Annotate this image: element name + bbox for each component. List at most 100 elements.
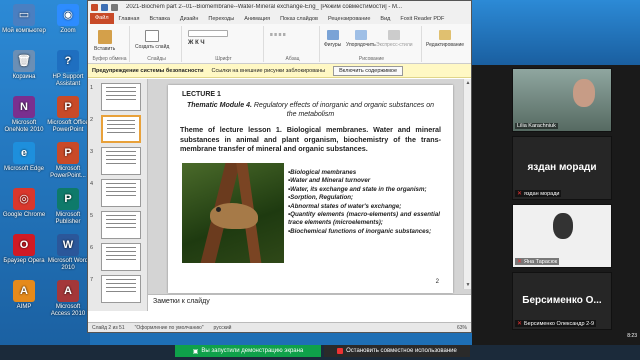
desktop-icon[interactable]: W Microsoft Word 2010 (46, 234, 90, 272)
ribbon-tab[interactable]: Вид (375, 16, 395, 22)
desktop-icon[interactable]: A Microsoft Access 2010 (46, 280, 90, 318)
font-name-field[interactable] (188, 30, 228, 37)
enable-content-button[interactable]: Включить содержимое (333, 65, 404, 76)
current-slide[interactable]: LECTURE 1 Thematic Module 4. Regulatory … (168, 85, 453, 293)
ribbon-tab[interactable]: Показ слайдов (275, 16, 323, 22)
app-icon: O (13, 234, 35, 256)
desktop-icon[interactable]: A AIMP (2, 280, 46, 311)
scroll-down-icon[interactable]: ▼ (464, 281, 472, 289)
work-area: 1 2 3 4 5 6 7 LECTURE 1 Thematic Module 4. Reg… (88, 79, 471, 311)
slide-thumbnail[interactable] (101, 211, 141, 239)
desktop-icon-label: Microsoft Access 2010 (50, 304, 86, 317)
desktop: ▭ Мой компьютер ◉ Zoom 🗑 Корзина ? HP Support A… (0, 0, 90, 360)
desktop-icon[interactable]: ▭ Мой компьютер (2, 4, 46, 35)
participant-video-4[interactable]: Берсименко О... ✕ Берсименко Олександр 2-… (512, 272, 612, 330)
desktop-icon-label: Google Chrome (2, 212, 46, 218)
ribbon-tab[interactable]: Переходы (203, 16, 239, 22)
slide-thumbnails-panel[interactable]: 1 2 3 4 5 6 7 (88, 79, 148, 311)
app-icon: P (57, 142, 79, 164)
language-indicator[interactable]: русский (214, 325, 232, 331)
quick-styles-button[interactable]: Экспресс-стили (376, 30, 413, 48)
thumb-number: 2 (90, 117, 94, 123)
thumb-number: 6 (90, 245, 94, 251)
slide-thumbnail[interactable] (101, 83, 141, 111)
arrange-button[interactable]: Упорядочить (346, 30, 376, 48)
title-bar: 2021-Biochem part 2--01--Biomembrane--Wa… (88, 1, 471, 13)
participant-name: ✕ Яна Тарасюк (515, 258, 560, 265)
thumb-number: 5 (90, 213, 94, 219)
zoom-level[interactable]: 63% (457, 325, 467, 331)
desktop-icon-label: Корзина (12, 74, 36, 80)
scroll-up-icon[interactable]: ▲ (464, 79, 472, 87)
zoom-participants-panel: Lilia Karachniuk яздан моради ✕ яздан мор… (472, 0, 640, 345)
desktop-icon[interactable]: N Microsoft OneNote 2010 (2, 96, 46, 134)
ribbon-tab[interactable]: Дизайн (175, 16, 204, 22)
participant-video-1[interactable]: Lilia Karachniuk (512, 68, 612, 132)
topic-item: •Water and Mineral turnover (288, 177, 371, 185)
app-icon: N (13, 96, 35, 118)
screen-sharing-indicator[interactable]: ▣ Вы запустили демонстрацию экрана (175, 345, 321, 357)
participant-video-3[interactable]: ✕ Яна Тарасюк (512, 204, 612, 268)
notes-pane[interactable]: Заметки к слайду (148, 294, 471, 311)
topic-item: •Abnormal states of water's exchange; (288, 202, 402, 210)
slide-thumbnail[interactable] (101, 275, 141, 303)
desktop-icon[interactable]: e Microsoft Edge (2, 142, 46, 173)
ribbon-tab[interactable]: Главная (114, 16, 145, 22)
shapes-icon (326, 30, 339, 40)
app-icon: P (57, 188, 79, 210)
app-icon: ▭ (13, 4, 35, 26)
topic-item: •Water, its exchange and state in the or… (288, 185, 427, 193)
font-group: Ж К Ч Шрифт (184, 26, 264, 62)
participant-name: ✕ Берсименко Олександр 2-9 (515, 320, 597, 327)
drawing-group: Фигуры Упорядочить Экспресс-стили Рисова… (322, 26, 422, 62)
slide-topics-list: •Biological membranes •Water and Mineral … (288, 169, 440, 236)
desktop-icon[interactable]: P Microsoft PowerPoint... (46, 142, 90, 180)
desktop-icon[interactable]: O Браузер Opera (2, 234, 46, 265)
ribbon-tab[interactable]: Foxit Reader PDF (395, 16, 449, 22)
ribbon-tab[interactable]: Файл (90, 13, 114, 24)
security-warning-title: Предупреждение системы безопасности (92, 67, 204, 74)
ribbon-tab[interactable]: Вставка (144, 16, 174, 22)
ribbon: Вставить Буфер обмена Создать слайд Слай… (88, 24, 471, 64)
security-warning-bar: Предупреждение системы безопасности Ссыл… (88, 64, 471, 78)
ribbon-tab[interactable]: Рецензирование (323, 16, 375, 22)
paste-button[interactable]: Вставить (94, 30, 115, 52)
slide-thumbnail[interactable] (101, 243, 141, 271)
quick-access-toolbar (91, 3, 118, 11)
align-buttons[interactable]: ≡ ≡ ≡ ≡ (270, 32, 286, 38)
app-icon: A (57, 280, 79, 302)
slide-counter: Слайд 2 из 51 (92, 324, 125, 331)
shapes-button[interactable]: Фигуры (324, 30, 341, 48)
app-icon: 🗑 (13, 50, 35, 72)
desktop-icon[interactable]: ? HP Support Assistant (46, 50, 90, 88)
powerpoint-icon[interactable] (91, 3, 98, 11)
desktop-icon[interactable]: ◉ Zoom (46, 4, 90, 35)
participant-name: Lilia Karachniuk (515, 123, 558, 129)
desktop-icon[interactable]: ◎ Google Chrome (2, 188, 46, 219)
frog-photo (182, 163, 284, 263)
desktop-icon[interactable]: 🗑 Корзина (2, 50, 46, 81)
powerpoint-window: 2021-Biochem part 2--01--Biomembrane--Wa… (87, 0, 472, 333)
desktop-icon[interactable]: P Microsoft Office PowerPoint (46, 96, 90, 134)
slide-thumbnail[interactable] (101, 115, 141, 143)
ribbon-tab[interactable]: Анимация (239, 16, 275, 22)
app-icon: ? (57, 50, 79, 72)
theme-name: "Оформление по умолчанию" (134, 324, 204, 331)
slide-thumbnail[interactable] (101, 179, 141, 207)
slide-thumbnail[interactable] (101, 147, 141, 175)
editing-button[interactable]: Редактирование (426, 30, 464, 48)
desktop-icon-label: Microsoft Word 2010 (47, 258, 89, 271)
arrange-icon (354, 30, 367, 40)
create-slide-button[interactable]: Создать слайд (135, 30, 169, 50)
save-icon[interactable] (101, 3, 108, 11)
undo-icon[interactable] (111, 3, 118, 11)
desktop-icon[interactable]: P Microsoft Publisher (46, 188, 90, 226)
quick-styles-icon (388, 30, 401, 40)
app-icon: W (57, 234, 79, 256)
paste-icon (97, 30, 112, 44)
system-clock[interactable]: 8:23 (627, 333, 637, 339)
bold-button[interactable]: Ж К Ч (188, 40, 205, 46)
participant-video-2[interactable]: яздан моради ✕ яздан моради (512, 136, 612, 200)
stop-share-button[interactable]: Остановить совместное использование (324, 345, 470, 357)
vertical-scrollbar[interactable]: ▲ ▼ (463, 79, 471, 289)
